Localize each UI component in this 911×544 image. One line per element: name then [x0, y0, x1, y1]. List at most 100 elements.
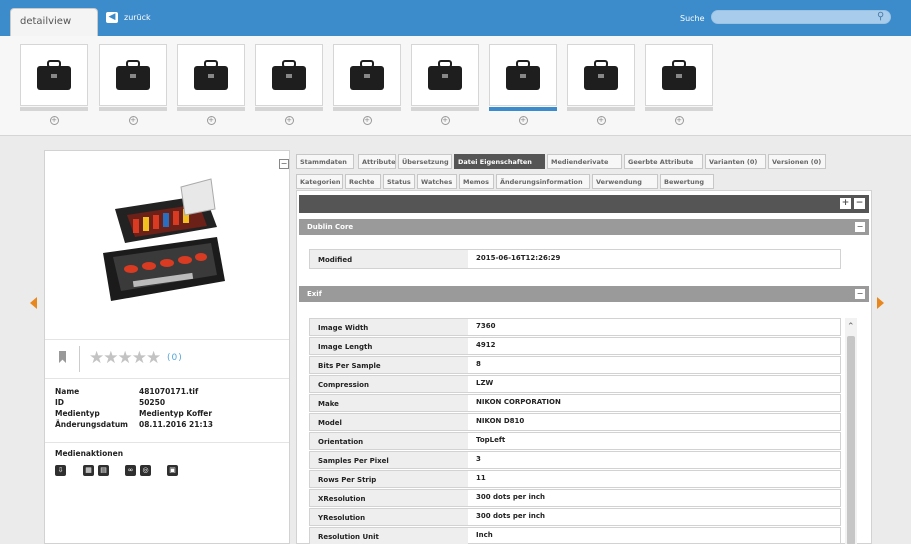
back-button[interactable]: ◀ zurück — [106, 12, 151, 23]
tab-geerbte-attribute[interactable]: Geerbte Attribute — [624, 154, 703, 169]
table-row: Orientation TopLeft — [309, 432, 841, 450]
collapse-all-button[interactable]: − — [854, 198, 865, 209]
table-row: Compression LZW — [309, 375, 841, 393]
add-icon[interactable]: + — [206, 116, 216, 125]
collapse-section-button[interactable]: − — [855, 289, 865, 299]
thumbnail[interactable]: + — [99, 44, 167, 125]
thumbnail-selection-bar — [411, 107, 479, 111]
add-icon[interactable]: + — [284, 116, 294, 125]
exif-header[interactable]: Exif − — [299, 286, 869, 302]
add-icon[interactable]: + — [440, 116, 450, 125]
thumbnail-selection-bar — [20, 107, 88, 111]
thumbnail-image — [177, 44, 245, 106]
file-properties-content: + − Dublin Core − Modified 2015-06-16T12… — [296, 190, 872, 544]
properties-panel: Stammdaten Attribute Übersetzung Datei Eige… — [296, 150, 872, 544]
bookmark-icon[interactable] — [59, 351, 66, 363]
property-value: 7360 — [476, 322, 496, 330]
asset-preview-panel: − ★★★★★ (0) Name 481070171.tif ID 50250 Medi… — [44, 150, 290, 544]
property-value: NIKON D810 — [476, 417, 525, 425]
thumbnail[interactable]: + — [411, 44, 479, 125]
property-value: 2015-06-16T12:26:29 — [476, 254, 561, 262]
thumbnail-image — [567, 44, 635, 106]
tab-kategorien[interactable]: Kategorien — [296, 174, 343, 189]
collapse-panel-button[interactable]: − — [279, 159, 289, 169]
download-icon[interactable]: ⇩ — [55, 465, 66, 476]
table-row: YResolution 300 dots per inch — [309, 508, 841, 526]
back-label: zurück — [124, 13, 151, 22]
property-value: 8 — [476, 360, 481, 368]
search-input[interactable] — [711, 10, 891, 24]
tab-watches[interactable]: Watches — [417, 174, 457, 189]
thumbnail[interactable]: + — [20, 44, 88, 125]
thumbnail[interactable]: + — [567, 44, 635, 125]
divider — [79, 346, 80, 372]
add-icon[interactable]: + — [128, 116, 138, 125]
tab-varianten-0[interactable]: Varianten (0) — [705, 154, 766, 169]
tab-versionen-0[interactable]: Versionen (0) — [768, 154, 826, 169]
properties-toolbar: + − — [299, 195, 869, 213]
scrollbar-thumb[interactable] — [847, 336, 855, 544]
property-label: Image Length — [310, 338, 468, 354]
table-row: Rows Per Strip 11 — [309, 470, 841, 488]
dublin-core-header[interactable]: Dublin Core − — [299, 219, 869, 235]
tab-datei-eigenschaften[interactable]: Datei Eigenschaften — [454, 154, 545, 169]
export-pdf-icon[interactable]: ▦ — [83, 465, 94, 476]
metadata-value: 08.11.2016 21:13 — [139, 420, 213, 429]
add-icon[interactable]: + — [518, 116, 528, 125]
previous-arrow-icon[interactable] — [30, 297, 37, 309]
exif-title: Exif — [307, 290, 322, 298]
tab-bewertung[interactable]: Bewertung — [660, 174, 714, 189]
tab-übersetzung[interactable]: Übersetzung — [398, 154, 452, 169]
metadata-value: 50250 — [139, 398, 166, 407]
property-label: Resolution Unit — [310, 528, 468, 544]
metadata-label: Name — [55, 387, 80, 396]
table-row: XResolution 300 dots per inch — [309, 489, 841, 507]
expand-all-button[interactable]: + — [840, 198, 851, 209]
thumbnail-selection-bar — [645, 107, 713, 111]
metadata-row: Medientyp Medientyp Koffer — [55, 409, 213, 420]
tab-detailview[interactable]: detailview — [10, 8, 98, 36]
search-icon[interactable]: ⚲ — [877, 11, 884, 22]
property-label: Bits Per Sample — [310, 357, 468, 373]
divider — [45, 442, 289, 443]
scroll-up-icon[interactable]: ⌃ — [847, 322, 855, 332]
link-icon[interactable]: ∞ — [125, 465, 136, 476]
scrollbar[interactable]: ⌃ — [845, 318, 857, 544]
thumbnail-image — [411, 44, 479, 106]
tab-memos[interactable]: Memos — [459, 174, 494, 189]
thumbnail[interactable]: + — [255, 44, 323, 125]
metadata-label: Änderungsdatum — [55, 420, 128, 429]
next-arrow-icon[interactable] — [877, 297, 884, 309]
add-icon[interactable]: + — [596, 116, 606, 125]
tab-medienderivate[interactable]: Medienderivate — [547, 154, 622, 169]
tab-rechte[interactable]: Rechte — [345, 174, 381, 189]
tab-attribute[interactable]: Attribute — [358, 154, 396, 169]
thumbnail[interactable]: + — [489, 44, 557, 125]
metadata-row: Name 481070171.tif — [55, 387, 213, 398]
collapse-section-button[interactable]: − — [855, 222, 865, 232]
metadata-value: Medientyp Koffer — [139, 409, 213, 418]
thumbnail[interactable]: + — [333, 44, 401, 125]
property-value: NIKON CORPORATION — [476, 398, 561, 406]
thumbnail[interactable]: + — [645, 44, 713, 125]
rating-row: ★★★★★ (0) — [45, 339, 289, 379]
add-icon[interactable]: + — [49, 116, 59, 125]
thumbnail-image — [20, 44, 88, 106]
export-doc-icon[interactable]: ▤ — [98, 465, 109, 476]
metadata-label: Medientyp — [55, 409, 100, 418]
thumbnail-selection-bar — [567, 107, 635, 111]
rating-count: (0) — [167, 353, 183, 363]
property-label: Make — [310, 395, 468, 411]
tab-stammdaten[interactable]: Stammdaten — [296, 154, 354, 169]
add-icon[interactable]: + — [362, 116, 372, 125]
add-icon[interactable]: + — [674, 116, 684, 125]
property-value: TopLeft — [476, 436, 506, 444]
tab-verwendung[interactable]: Verwendung — [592, 174, 658, 189]
delete-icon[interactable]: ▣ — [167, 465, 178, 476]
share-icon[interactable]: ◎ — [140, 465, 151, 476]
tab-änderungsinformation[interactable]: Änderungsinformation — [496, 174, 590, 189]
rating-stars[interactable]: ★★★★★ — [89, 348, 161, 368]
tab-status[interactable]: Status — [383, 174, 415, 189]
thumbnail-image — [489, 44, 557, 106]
thumbnail[interactable]: + — [177, 44, 245, 125]
